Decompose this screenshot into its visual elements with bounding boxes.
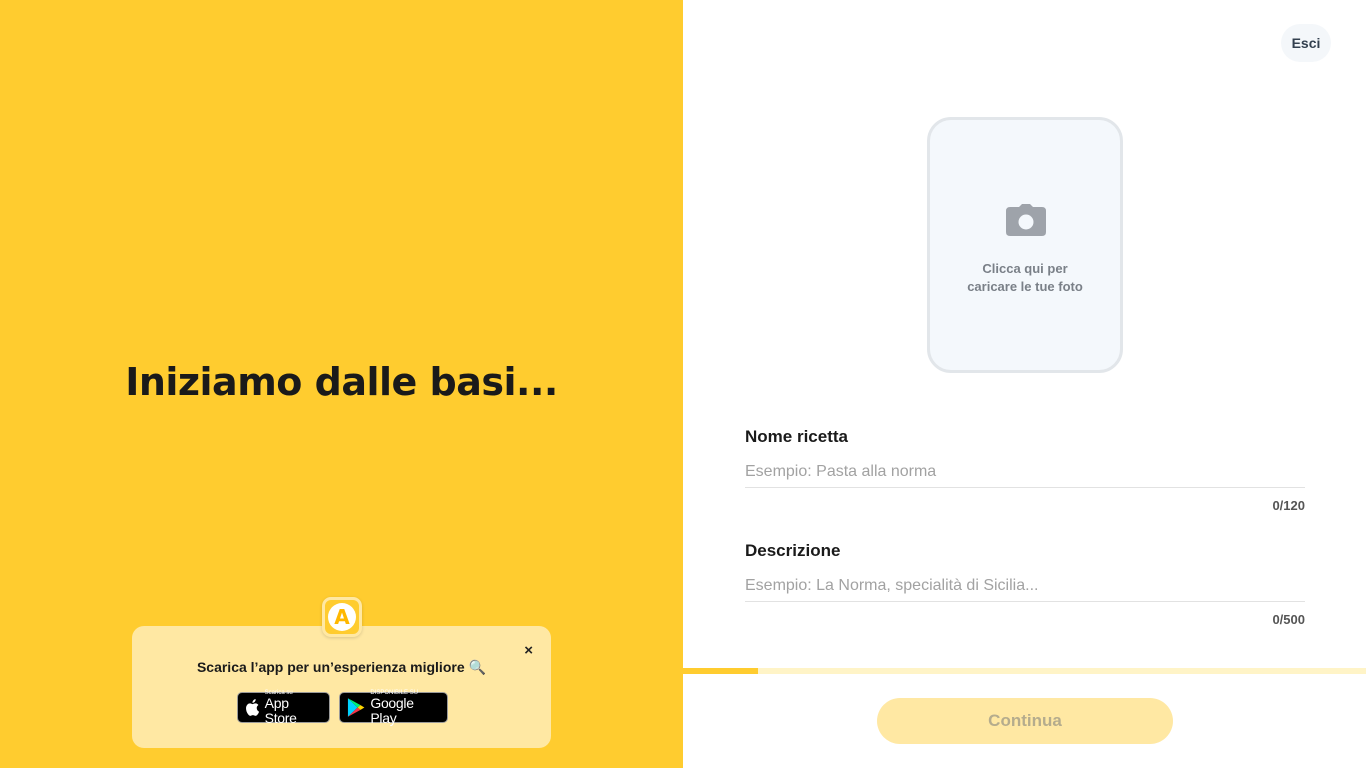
store-buttons: Scarica su App Store DISPONIBILE SU Goog…	[237, 690, 448, 725]
close-icon[interactable]: ×	[524, 642, 533, 659]
app-logo-letter: A	[328, 603, 356, 631]
description-label: Descrizione	[745, 541, 841, 560]
google-play-text: DISPONIBILE SU Google Play	[370, 690, 441, 725]
google-play-icon	[347, 698, 365, 717]
photo-upload-area[interactable]: Clicca qui per caricare le tue foto	[927, 117, 1123, 373]
right-panel: Esci Clicca qui per caricare le tue foto…	[683, 0, 1366, 768]
upload-text: Clicca qui per caricare le tue foto	[930, 260, 1120, 296]
exit-button[interactable]: Esci	[1281, 24, 1331, 62]
app-store-big: App Store	[264, 694, 297, 726]
upload-text-line1: Clicca qui per	[982, 261, 1068, 276]
apple-icon	[246, 699, 260, 716]
upload-text-line2: caricare le tue foto	[967, 279, 1083, 294]
progress-bar	[683, 668, 1366, 674]
app-logo: A	[322, 597, 362, 637]
description-counter: 0/500	[1272, 612, 1305, 627]
page-title: Iniziamo dalle basi...	[125, 360, 558, 404]
left-panel: Iniziamo dalle basi... A × Scarica l’app…	[0, 0, 683, 768]
recipe-name-counter: 0/120	[1272, 498, 1305, 513]
description-input[interactable]	[745, 570, 1305, 602]
banner-message: Scarica l’app per un’esperienza migliore	[196, 659, 465, 675]
magnifier-icon: 🔍	[468, 659, 487, 675]
app-store-button[interactable]: Scarica su App Store	[237, 690, 330, 725]
app-store-text: Scarica su App Store	[265, 690, 323, 725]
google-play-button[interactable]: DISPONIBILE SU Google Play	[339, 690, 448, 725]
banner-text-row: Scarica l’app per un’esperienza migliore…	[132, 659, 551, 676]
app-download-banner: A × Scarica l’app per un’esperienza migl…	[132, 597, 551, 748]
recipe-name-input[interactable]	[745, 456, 1305, 488]
camera-icon	[1006, 204, 1046, 236]
continue-button[interactable]: Continua	[877, 698, 1173, 744]
google-play-big: Google Play	[370, 694, 414, 726]
progress-fill	[683, 668, 759, 674]
recipe-name-label: Nome ricetta	[745, 427, 848, 446]
